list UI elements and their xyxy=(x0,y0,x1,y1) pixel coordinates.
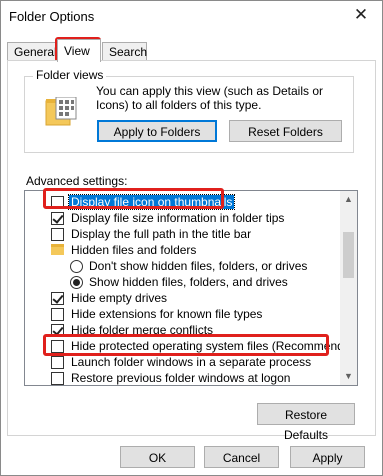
checkbox[interactable] xyxy=(51,372,64,385)
checkbox[interactable] xyxy=(51,340,64,353)
folder-views-title: Folder views xyxy=(33,68,107,82)
setting-hide-extensions[interactable]: Hide extensions for known file types xyxy=(25,306,340,322)
setting-label: Restore previous folder windows at logon xyxy=(71,371,291,385)
folder-icon xyxy=(51,244,64,255)
setting-label: Hide empty drives xyxy=(71,291,168,305)
setting-label: Display file icon on thumbnails xyxy=(67,194,236,210)
setting-label: Hide folder merge conflicts xyxy=(71,323,214,337)
tab-search[interactable]: Search xyxy=(102,42,147,61)
vertical-scrollbar[interactable]: ▲ ▼ xyxy=(340,191,357,385)
checkbox[interactable] xyxy=(51,308,64,321)
setting-label: Show hidden files, folders, and drives xyxy=(89,275,288,289)
checkbox[interactable] xyxy=(51,212,64,225)
advanced-settings-label: Advanced settings: xyxy=(26,174,128,188)
setting-label: Display file size information in folder … xyxy=(71,211,285,225)
setting-label: Don't show hidden files, folders, or dri… xyxy=(89,259,308,273)
setting-label: Hidden files and folders xyxy=(71,243,197,257)
setting-hide-empty-drives[interactable]: Hide empty drives xyxy=(25,290,340,306)
title-bar: Folder Options ✕ xyxy=(1,1,382,31)
setting-display-file-icon-on-thumbnails[interactable]: Display file icon on thumbnails xyxy=(25,194,340,210)
setting-restore-previous-windows[interactable]: Restore previous folder windows at logon xyxy=(25,370,340,385)
folder-options-dialog: Folder Options ✕ General View Search Fol… xyxy=(0,0,383,476)
setting-display-file-size-in-tips[interactable]: Display file size information in folder … xyxy=(25,210,340,226)
checkbox[interactable] xyxy=(51,292,64,305)
window-title: Folder Options xyxy=(9,9,95,24)
folder-views-description: You can apply this view (such as Details… xyxy=(96,84,324,112)
radio-button[interactable] xyxy=(70,276,83,289)
close-icon[interactable]: ✕ xyxy=(352,5,370,25)
setting-launch-separate-process[interactable]: Launch folder windows in a separate proc… xyxy=(25,354,340,370)
tab-general[interactable]: General xyxy=(7,42,57,61)
setting-hidden-files-and-folders: Hidden files and folders xyxy=(25,242,340,258)
scroll-up-icon[interactable]: ▲ xyxy=(340,191,357,208)
folder-views-icon xyxy=(45,97,77,126)
checkbox[interactable] xyxy=(51,356,64,369)
advanced-settings-list[interactable]: Display file icon on thumbnails Display … xyxy=(24,190,358,386)
cancel-button[interactable]: Cancel xyxy=(204,446,279,468)
setting-hide-protected-os-files[interactable]: Hide protected operating system files (R… xyxy=(25,338,357,354)
setting-hide-merge-conflicts[interactable]: Hide folder merge conflicts xyxy=(25,322,340,338)
checkbox[interactable] xyxy=(51,196,64,209)
checkbox[interactable] xyxy=(51,228,64,241)
radio-button[interactable] xyxy=(70,260,83,273)
setting-label: Hide protected operating system files (R… xyxy=(71,339,358,353)
apply-to-folders-button[interactable]: Apply to Folders xyxy=(97,120,217,142)
ok-button[interactable]: OK xyxy=(120,446,195,468)
scrollbar-thumb[interactable] xyxy=(343,232,354,278)
reset-folders-button[interactable]: Reset Folders xyxy=(229,120,342,142)
restore-defaults-button[interactable]: Restore Defaults xyxy=(257,403,355,442)
setting-display-full-path[interactable]: Display the full path in the title bar xyxy=(25,226,340,242)
setting-dont-show-hidden[interactable]: Don't show hidden files, folders, or dri… xyxy=(25,258,340,274)
checkbox[interactable] xyxy=(51,324,64,337)
setting-label: Display the full path in the title bar xyxy=(71,227,252,241)
tab-view[interactable]: View xyxy=(57,39,101,62)
setting-label: Launch folder windows in a separate proc… xyxy=(71,355,312,369)
apply-button[interactable]: Apply xyxy=(290,446,365,468)
scroll-down-icon[interactable]: ▼ xyxy=(340,368,357,385)
setting-label: Hide extensions for known file types xyxy=(71,307,263,321)
setting-show-hidden[interactable]: Show hidden files, folders, and drives xyxy=(25,274,340,290)
